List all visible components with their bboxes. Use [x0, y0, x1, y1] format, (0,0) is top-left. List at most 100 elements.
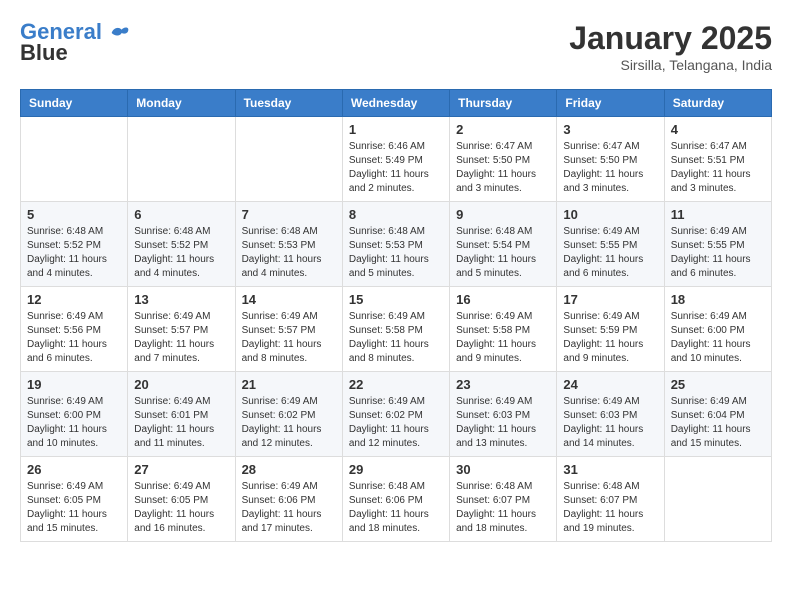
calendar-cell: 10 Sunrise: 6:49 AM Sunset: 5:55 PM Dayli…: [557, 202, 664, 287]
day-info: Sunrise: 6:49 AM Sunset: 5:58 PM Dayligh…: [349, 310, 443, 366]
day-number: 17: [563, 292, 657, 307]
day-number: 28: [242, 462, 336, 477]
calendar-week-row: 12 Sunrise: 6:49 AM Sunset: 5:56 PM Dayli…: [21, 287, 772, 372]
day-number: 19: [27, 377, 121, 392]
day-number: 18: [671, 292, 765, 307]
title-section: January 2025 Sirsilla, Telangana, India: [569, 20, 772, 73]
weekday-header-wednesday: Wednesday: [342, 90, 449, 117]
day-number: 3: [563, 122, 657, 137]
location-subtitle: Sirsilla, Telangana, India: [569, 57, 772, 73]
day-info: Sunrise: 6:49 AM Sunset: 6:06 PM Dayligh…: [242, 480, 336, 536]
calendar-week-row: 19 Sunrise: 6:49 AM Sunset: 6:00 PM Dayli…: [21, 372, 772, 457]
day-number: 15: [349, 292, 443, 307]
day-info: Sunrise: 6:48 AM Sunset: 6:06 PM Dayligh…: [349, 480, 443, 536]
weekday-header-sunday: Sunday: [21, 90, 128, 117]
calendar-cell: 9 Sunrise: 6:48 AM Sunset: 5:54 PM Daylig…: [450, 202, 557, 287]
day-number: 8: [349, 207, 443, 222]
day-info: Sunrise: 6:49 AM Sunset: 5:55 PM Dayligh…: [563, 225, 657, 281]
calendar-cell: 3 Sunrise: 6:47 AM Sunset: 5:50 PM Daylig…: [557, 117, 664, 202]
day-info: Sunrise: 6:47 AM Sunset: 5:50 PM Dayligh…: [456, 140, 550, 196]
calendar-cell: 7Sunrise: 6:48 AM Sunset: 5:53 PM Daylig…: [235, 202, 342, 287]
calendar-cell: [664, 457, 771, 542]
calendar-cell: 18 Sunrise: 6:49 AM Sunset: 6:00 PM Dayli…: [664, 287, 771, 372]
calendar-cell: 20 Sunrise: 6:49 AM Sunset: 6:01 PM Dayli…: [128, 372, 235, 457]
logo-bird-icon: [110, 23, 130, 43]
calendar-table: SundayMondayTuesdayWednesdayThursdayFrid…: [20, 89, 772, 542]
calendar-cell: 16 Sunrise: 6:49 AM Sunset: 5:58 PM Dayli…: [450, 287, 557, 372]
calendar-cell: 12 Sunrise: 6:49 AM Sunset: 5:56 PM Dayli…: [21, 287, 128, 372]
day-number: 6: [134, 207, 228, 222]
calendar-cell: 26 Sunrise: 6:49 AM Sunset: 6:05 PM Dayli…: [21, 457, 128, 542]
day-info: Sunrise: 6:49 AM Sunset: 6:02 PM Dayligh…: [349, 395, 443, 451]
calendar-cell: 24Sunrise: 6:49 AM Sunset: 6:03 PM Dayli…: [557, 372, 664, 457]
day-number: 16: [456, 292, 550, 307]
day-info: Sunrise: 6:49 AM Sunset: 6:03 PM Dayligh…: [563, 395, 657, 451]
day-number: 2: [456, 122, 550, 137]
day-info: Sunrise: 6:47 AM Sunset: 5:50 PM Dayligh…: [563, 140, 657, 196]
day-info: Sunrise: 6:49 AM Sunset: 5:57 PM Dayligh…: [134, 310, 228, 366]
day-number: 9: [456, 207, 550, 222]
day-number: 11: [671, 207, 765, 222]
day-info: Sunrise: 6:48 AM Sunset: 5:54 PM Dayligh…: [456, 225, 550, 281]
day-number: 23: [456, 377, 550, 392]
day-number: 25: [671, 377, 765, 392]
day-info: Sunrise: 6:49 AM Sunset: 5:56 PM Dayligh…: [27, 310, 121, 366]
day-number: 27: [134, 462, 228, 477]
calendar-cell: 25Sunrise: 6:49 AM Sunset: 6:04 PM Dayli…: [664, 372, 771, 457]
day-info: Sunrise: 6:49 AM Sunset: 6:05 PM Dayligh…: [27, 480, 121, 536]
day-info: Sunrise: 6:49 AM Sunset: 5:58 PM Dayligh…: [456, 310, 550, 366]
day-number: 10: [563, 207, 657, 222]
day-number: 20: [134, 377, 228, 392]
calendar-cell: 29 Sunrise: 6:48 AM Sunset: 6:06 PM Dayli…: [342, 457, 449, 542]
day-number: 31: [563, 462, 657, 477]
weekday-header-monday: Monday: [128, 90, 235, 117]
day-number: 26: [27, 462, 121, 477]
calendar-cell: 4 Sunrise: 6:47 AM Sunset: 5:51 PM Daylig…: [664, 117, 771, 202]
day-info: Sunrise: 6:49 AM Sunset: 6:00 PM Dayligh…: [671, 310, 765, 366]
page-header: General Blue January 2025 Sirsilla, Tela…: [20, 20, 772, 73]
day-number: 12: [27, 292, 121, 307]
day-number: 4: [671, 122, 765, 137]
calendar-cell: 22 Sunrise: 6:49 AM Sunset: 6:02 PM Dayli…: [342, 372, 449, 457]
day-info: Sunrise: 6:49 AM Sunset: 6:00 PM Dayligh…: [27, 395, 121, 451]
calendar-cell: 23 Sunrise: 6:49 AM Sunset: 6:03 PM Dayli…: [450, 372, 557, 457]
day-info: Sunrise: 6:49 AM Sunset: 6:03 PM Dayligh…: [456, 395, 550, 451]
weekday-header-friday: Friday: [557, 90, 664, 117]
day-number: 13: [134, 292, 228, 307]
day-info: Sunrise: 6:49 AM Sunset: 5:59 PM Dayligh…: [563, 310, 657, 366]
day-number: 21: [242, 377, 336, 392]
day-info: Sunrise: 6:49 AM Sunset: 6:02 PM Dayligh…: [242, 395, 336, 451]
day-number: 29: [349, 462, 443, 477]
calendar-cell: 13 Sunrise: 6:49 AM Sunset: 5:57 PM Dayli…: [128, 287, 235, 372]
calendar-cell: 30Sunrise: 6:48 AM Sunset: 6:07 PM Dayli…: [450, 457, 557, 542]
calendar-cell: 5Sunrise: 6:48 AM Sunset: 5:52 PM Daylig…: [21, 202, 128, 287]
calendar-cell: 17 Sunrise: 6:49 AM Sunset: 5:59 PM Dayli…: [557, 287, 664, 372]
day-info: Sunrise: 6:49 AM Sunset: 6:05 PM Dayligh…: [134, 480, 228, 536]
weekday-header-saturday: Saturday: [664, 90, 771, 117]
calendar-header-row: SundayMondayTuesdayWednesdayThursdayFrid…: [21, 90, 772, 117]
day-info: Sunrise: 6:48 AM Sunset: 5:53 PM Dayligh…: [349, 225, 443, 281]
day-info: Sunrise: 6:48 AM Sunset: 5:52 PM Dayligh…: [134, 225, 228, 281]
calendar-cell: 21 Sunrise: 6:49 AM Sunset: 6:02 PM Dayli…: [235, 372, 342, 457]
day-info: Sunrise: 6:48 AM Sunset: 6:07 PM Dayligh…: [456, 480, 550, 536]
calendar-cell: 31 Sunrise: 6:48 AM Sunset: 6:07 PM Dayli…: [557, 457, 664, 542]
day-info: Sunrise: 6:47 AM Sunset: 5:51 PM Dayligh…: [671, 140, 765, 196]
calendar-cell: 15 Sunrise: 6:49 AM Sunset: 5:58 PM Dayli…: [342, 287, 449, 372]
day-number: 22: [349, 377, 443, 392]
calendar-cell: 28 Sunrise: 6:49 AM Sunset: 6:06 PM Dayli…: [235, 457, 342, 542]
day-number: 1: [349, 122, 443, 137]
day-info: Sunrise: 6:46 AM Sunset: 5:49 PM Dayligh…: [349, 140, 443, 196]
calendar-cell: 1 Sunrise: 6:46 AM Sunset: 5:49 PM Daylig…: [342, 117, 449, 202]
day-info: Sunrise: 6:49 AM Sunset: 6:01 PM Dayligh…: [134, 395, 228, 451]
day-info: Sunrise: 6:48 AM Sunset: 5:52 PM Dayligh…: [27, 225, 121, 281]
day-info: Sunrise: 6:48 AM Sunset: 6:07 PM Dayligh…: [563, 480, 657, 536]
calendar-cell: 11 Sunrise: 6:49 AM Sunset: 5:55 PM Dayli…: [664, 202, 771, 287]
calendar-week-row: 26 Sunrise: 6:49 AM Sunset: 6:05 PM Dayli…: [21, 457, 772, 542]
calendar-cell: 8 Sunrise: 6:48 AM Sunset: 5:53 PM Daylig…: [342, 202, 449, 287]
calendar-cell: [128, 117, 235, 202]
calendar-cell: 2 Sunrise: 6:47 AM Sunset: 5:50 PM Daylig…: [450, 117, 557, 202]
weekday-header-thursday: Thursday: [450, 90, 557, 117]
day-info: Sunrise: 6:49 AM Sunset: 5:55 PM Dayligh…: [671, 225, 765, 281]
calendar-cell: 6 Sunrise: 6:48 AM Sunset: 5:52 PM Daylig…: [128, 202, 235, 287]
logo: General Blue: [20, 20, 130, 66]
